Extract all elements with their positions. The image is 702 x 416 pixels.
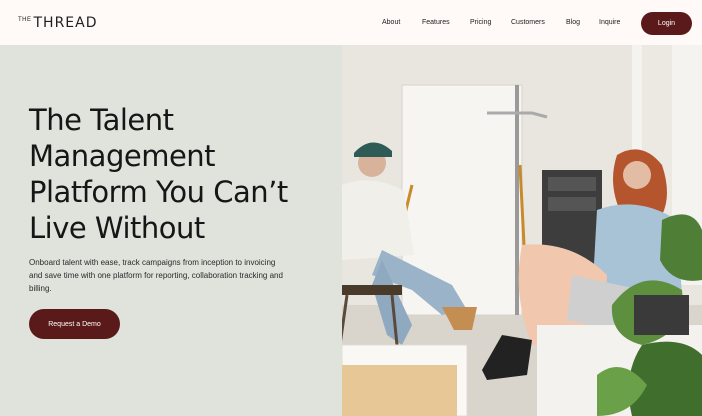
office-scene-image [342, 45, 702, 416]
headline-line: The Talent [29, 103, 174, 137]
nav-link-pricing[interactable]: Pricing [470, 19, 491, 26]
nav-links: About Features Pricing Customers Blog In… [0, 19, 702, 31]
top-nav: THE THREAD About Features Pricing Custom… [0, 0, 702, 45]
hero-subtext: Onboard talent with ease, track campaign… [29, 258, 283, 293]
nav-link-features[interactable]: Features [422, 19, 450, 26]
hero-headline: The Talent Management Platform You Can’t… [29, 102, 339, 246]
nav-link-about[interactable]: About [382, 19, 400, 26]
headline-line: Live Without [29, 211, 205, 245]
nav-link-inquire[interactable]: Inquire [599, 19, 620, 26]
nav-link-blog[interactable]: Blog [566, 19, 580, 26]
hero-photo [342, 45, 702, 416]
nav-link-customers[interactable]: Customers [511, 19, 545, 26]
headline-line: Management [29, 139, 216, 173]
login-button[interactable]: Login [641, 12, 692, 35]
headline-line: Platform You Can’t [29, 175, 288, 209]
request-demo-button[interactable]: Request a Demo [29, 309, 120, 339]
